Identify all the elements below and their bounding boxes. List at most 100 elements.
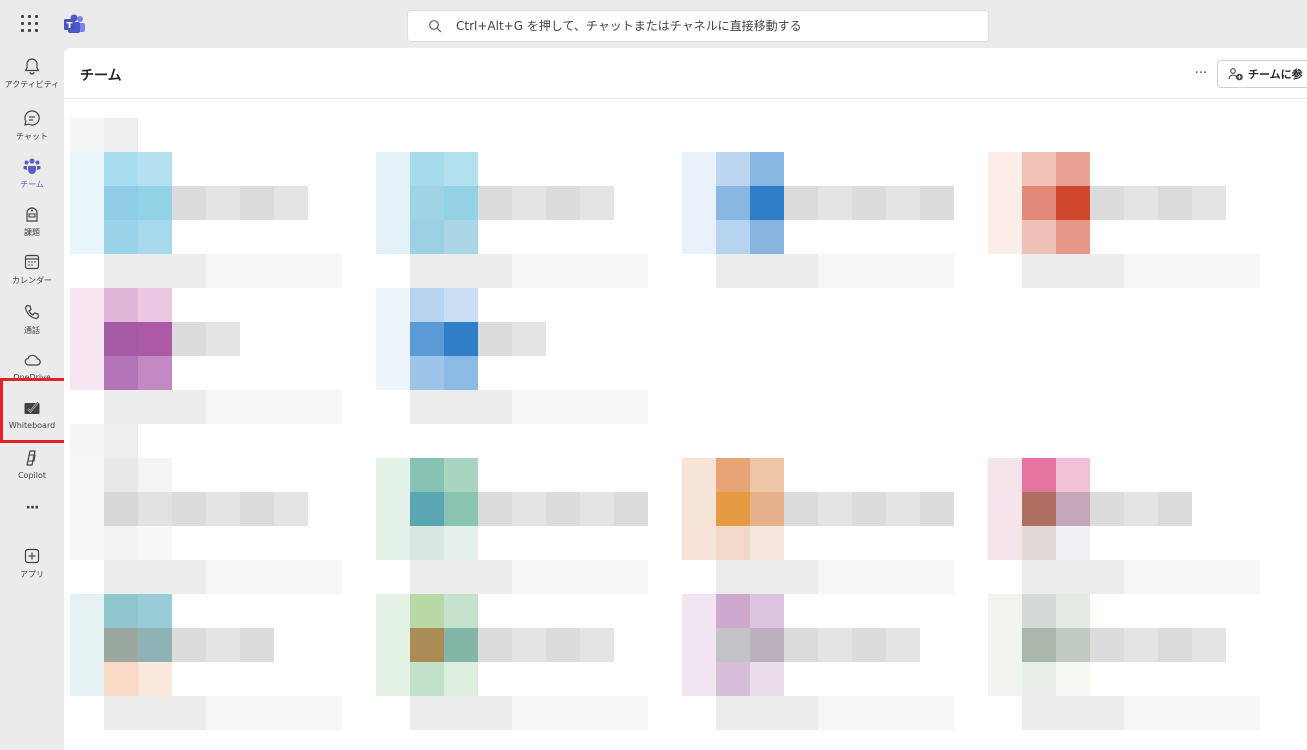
mosaic-cell bbox=[1056, 662, 1090, 696]
mosaic-cell bbox=[104, 356, 138, 390]
rail-item-apps[interactable]: アプリ bbox=[0, 542, 64, 590]
mosaic-cell bbox=[444, 492, 478, 526]
mosaic-cell bbox=[886, 628, 920, 662]
mosaic-cell bbox=[410, 220, 444, 254]
mosaic-cell bbox=[1056, 458, 1090, 492]
mosaic-cell bbox=[716, 152, 750, 186]
rail-item-assignments[interactable]: 課題 bbox=[0, 200, 64, 248]
mosaic-cell bbox=[1022, 594, 1056, 628]
mosaic-cell bbox=[478, 322, 512, 356]
mosaic-cell bbox=[716, 594, 750, 628]
more-options-button[interactable]: ··· bbox=[1190, 62, 1212, 84]
mosaic-cell bbox=[104, 220, 138, 254]
mosaic-cell bbox=[240, 628, 274, 662]
teams-logo-icon[interactable] bbox=[64, 14, 86, 34]
mosaic-cell bbox=[512, 560, 648, 594]
mosaic-cell bbox=[852, 492, 886, 526]
mosaic-cell bbox=[172, 492, 206, 526]
mosaic-cell bbox=[410, 560, 512, 594]
mosaic-cell bbox=[376, 458, 410, 492]
mosaic-cell bbox=[104, 118, 138, 152]
mosaic-cell bbox=[716, 220, 750, 254]
mosaic-cell bbox=[716, 628, 750, 662]
mosaic-cell bbox=[546, 492, 580, 526]
rail-item-label: チーム bbox=[20, 180, 44, 189]
cloud-icon bbox=[24, 354, 41, 366]
mosaic-cell bbox=[682, 152, 716, 186]
mosaic-cell bbox=[410, 186, 444, 220]
mosaic-cell bbox=[988, 662, 1022, 696]
mosaic-cell bbox=[716, 560, 818, 594]
top-bar bbox=[0, 0, 1307, 48]
mosaic-cell bbox=[70, 424, 104, 458]
rail-item-label: 通話 bbox=[24, 326, 40, 335]
mosaic-cell bbox=[376, 628, 410, 662]
mosaic-cell bbox=[70, 662, 104, 696]
mosaic-cell bbox=[920, 492, 954, 526]
mosaic-cell bbox=[512, 696, 648, 730]
mosaic-cell bbox=[410, 390, 512, 424]
calendar-icon bbox=[24, 254, 40, 270]
rail-item-more[interactable]: ··· bbox=[0, 496, 64, 544]
mosaic-cell bbox=[1056, 152, 1090, 186]
mosaic-cell bbox=[172, 628, 206, 662]
mosaic-cell bbox=[580, 492, 614, 526]
mosaic-cell bbox=[920, 186, 954, 220]
search-input[interactable] bbox=[456, 19, 956, 33]
mosaic-cell bbox=[410, 254, 512, 288]
join-team-button[interactable]: チームに参 bbox=[1217, 60, 1307, 88]
more-icon: ··· bbox=[25, 500, 40, 516]
mosaic-cell bbox=[988, 492, 1022, 526]
rail-item-activity[interactable]: アクティビティ bbox=[0, 52, 64, 100]
rail-item-calendar[interactable]: カレンダー bbox=[0, 248, 64, 296]
mosaic-cell bbox=[138, 662, 172, 696]
mosaic-cell bbox=[104, 696, 206, 730]
mosaic-cell bbox=[206, 696, 342, 730]
rail-item-chat[interactable]: チャット bbox=[0, 104, 64, 152]
mosaic-cell bbox=[988, 526, 1022, 560]
mosaic-cell bbox=[512, 390, 648, 424]
mosaic-cell bbox=[444, 322, 478, 356]
mosaic-cell bbox=[886, 186, 920, 220]
mosaic-cell bbox=[1158, 628, 1192, 662]
mosaic-cell bbox=[104, 390, 206, 424]
mosaic-cell bbox=[682, 186, 716, 220]
mosaic-cell bbox=[1056, 186, 1090, 220]
mosaic-cell bbox=[138, 526, 172, 560]
mosaic-cell bbox=[750, 594, 784, 628]
mosaic-cell bbox=[1056, 526, 1090, 560]
mosaic-cell bbox=[444, 628, 478, 662]
phone-icon bbox=[24, 304, 40, 320]
mosaic-cell bbox=[376, 152, 410, 186]
mosaic-cell bbox=[478, 186, 512, 220]
mosaic-cell bbox=[1124, 560, 1260, 594]
mosaic-cell bbox=[1022, 254, 1124, 288]
apps-grid-icon[interactable] bbox=[20, 14, 40, 34]
mosaic-cell bbox=[988, 152, 1022, 186]
mosaic-cell bbox=[104, 322, 138, 356]
mosaic-cell bbox=[444, 356, 478, 390]
rail-item-calls[interactable]: 通話 bbox=[0, 298, 64, 346]
mosaic-cell bbox=[784, 628, 818, 662]
mosaic-cell bbox=[682, 594, 716, 628]
add-app-icon bbox=[24, 548, 40, 564]
mosaic-cell bbox=[274, 186, 308, 220]
mosaic-cell bbox=[70, 322, 104, 356]
mosaic-cell bbox=[410, 628, 444, 662]
mosaic-cell bbox=[138, 288, 172, 322]
mosaic-cell bbox=[988, 628, 1022, 662]
mosaic-cell bbox=[988, 458, 1022, 492]
search-box[interactable] bbox=[407, 10, 989, 42]
mosaic-cell bbox=[410, 696, 512, 730]
mosaic-cell bbox=[1022, 560, 1124, 594]
mosaic-cell bbox=[138, 152, 172, 186]
mosaic-cell bbox=[818, 628, 852, 662]
mosaic-cell bbox=[750, 152, 784, 186]
mosaic-cell bbox=[716, 662, 750, 696]
mosaic-cell bbox=[750, 628, 784, 662]
mosaic-cell bbox=[240, 492, 274, 526]
rail-item-copilot[interactable]: Copilot bbox=[0, 444, 64, 492]
rail-item-teams[interactable]: チーム bbox=[0, 152, 64, 200]
mosaic-cell bbox=[70, 594, 104, 628]
mosaic-cell bbox=[546, 628, 580, 662]
